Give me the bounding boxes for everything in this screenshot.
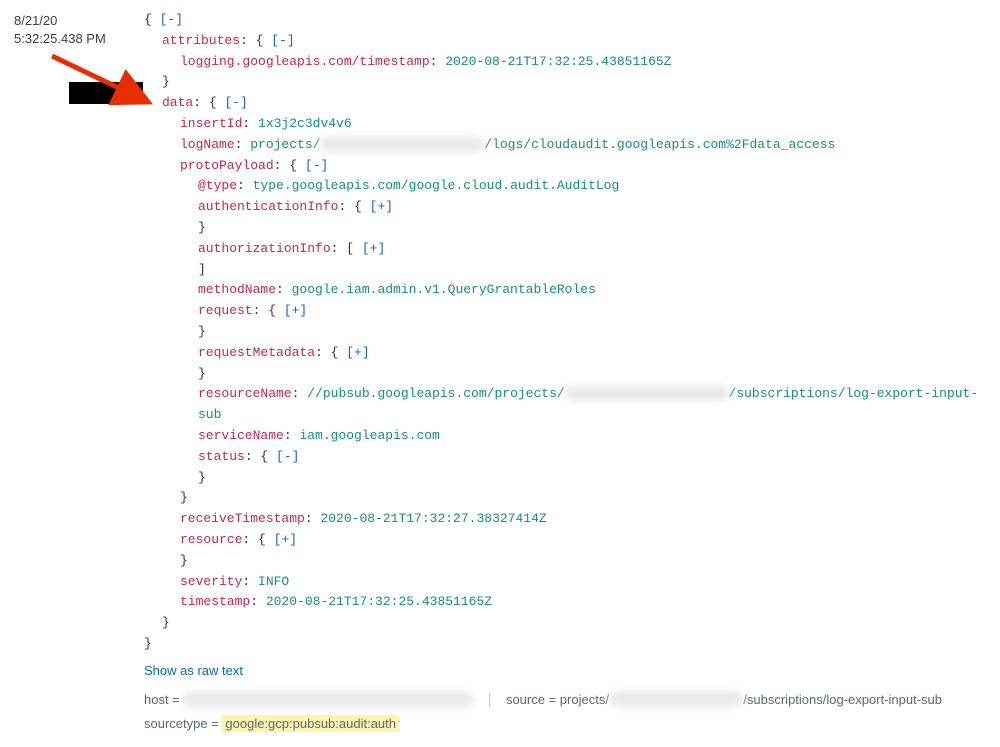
toggle-authzinfo[interactable]: [+] bbox=[362, 241, 385, 256]
key-logging-timestamp[interactable]: logging.googleapis.com/timestamp bbox=[180, 54, 430, 69]
key-protopayload[interactable]: protoPayload bbox=[180, 158, 274, 173]
source-redacted: xxxxxxx-xxxxxxxxxxxxx bbox=[609, 692, 743, 707]
val-resourcename-prefix[interactable]: //pubsub.googleapis.com/projects/ bbox=[307, 386, 564, 401]
key-request[interactable]: request bbox=[198, 303, 253, 318]
val-logname-redacted: xxxxxxx-xxxxxxxxxxxxx bbox=[320, 137, 484, 152]
key-methodname[interactable]: methodName bbox=[198, 282, 276, 297]
toggle-request[interactable]: [+] bbox=[284, 303, 307, 318]
key-resource[interactable]: resource bbox=[180, 532, 242, 547]
val-severity[interactable]: INFO bbox=[258, 574, 289, 589]
val-logname-suffix[interactable]: /logs/cloudaudit.googleapis.com%2Fdata_a… bbox=[484, 137, 835, 152]
key-resourcename[interactable]: resourceName bbox=[198, 386, 292, 401]
val-timestamp[interactable]: 2020-08-21T17:32:25.43851165Z bbox=[266, 594, 492, 609]
key-reqmeta[interactable]: requestMetadata bbox=[198, 345, 315, 360]
sourcetype-label: sourcetype = bbox=[144, 716, 222, 731]
key-logname[interactable]: logName bbox=[180, 137, 235, 152]
show-raw-link[interactable]: Show as raw text bbox=[144, 655, 986, 682]
entry-date: 8/21/20 bbox=[14, 12, 144, 30]
host-value-redacted: xxxxxx-xxxxxx-xx-x-xxxx-xxxx-xxxxxxxxxxx… bbox=[183, 692, 473, 707]
source-suffix[interactable]: /subscriptions/log-export-input-sub bbox=[743, 692, 942, 707]
toggle-reqmeta[interactable]: [+] bbox=[346, 345, 369, 360]
val-resourcename-redacted: xxxxxxx-xxxxxxxxxxxxx bbox=[565, 386, 729, 401]
key-recvts[interactable]: receiveTimestamp bbox=[180, 511, 305, 526]
val-recvts[interactable]: 2020-08-21T17:32:27.38327414Z bbox=[320, 511, 546, 526]
entry-time: 5:32:25.438 PM bbox=[14, 30, 144, 48]
val-insertid[interactable]: 1x3j2c3dv4v6 bbox=[258, 116, 352, 131]
val-methodname[interactable]: google.iam.admin.v1.QueryGrantableRoles bbox=[292, 282, 596, 297]
toggle-authinfo[interactable]: [+] bbox=[370, 199, 393, 214]
timestamp-column: 8/21/20 5:32:25.438 PM bbox=[14, 10, 144, 48]
key-authinfo[interactable]: authenticationInfo bbox=[198, 199, 338, 214]
val-logging-timestamp[interactable]: 2020-08-21T17:32:25.43851165Z bbox=[445, 54, 671, 69]
sourcetype-value[interactable]: google:gcp:pubsub:audit:auth bbox=[222, 715, 399, 732]
key-servicename[interactable]: serviceName bbox=[198, 428, 284, 443]
toggle-status[interactable]: [-] bbox=[276, 449, 299, 464]
json-view: { [-] attributes: { [-] logging.googleap… bbox=[144, 10, 986, 737]
val-logname-prefix[interactable]: projects/ bbox=[250, 137, 320, 152]
log-entry-row: 8/21/20 5:32:25.438 PM { [-] attributes:… bbox=[14, 10, 986, 737]
val-servicename[interactable]: iam.googleapis.com bbox=[299, 428, 439, 443]
key-timestamp[interactable]: timestamp bbox=[180, 594, 250, 609]
key-status[interactable]: status bbox=[198, 449, 245, 464]
toggle-protopayload[interactable]: [-] bbox=[305, 158, 328, 173]
key-insertid[interactable]: insertId bbox=[180, 116, 242, 131]
toggle-attributes[interactable]: [-] bbox=[271, 33, 294, 48]
source-prefix[interactable]: projects/ bbox=[560, 692, 609, 707]
key-attributes[interactable]: attributes bbox=[162, 33, 240, 48]
toggle-resource[interactable]: [+] bbox=[274, 532, 297, 547]
event-footer: host = xxxxxx-xxxxxx-xx-x-xxxx-xxxx-xxxx… bbox=[144, 682, 986, 737]
toggle-root[interactable]: [-] bbox=[160, 12, 183, 27]
key-authzinfo[interactable]: authorizationInfo bbox=[198, 241, 331, 256]
key-severity[interactable]: severity bbox=[180, 574, 242, 589]
key-data[interactable]: data bbox=[162, 95, 193, 110]
source-label: source = bbox=[506, 692, 560, 707]
key-at-type[interactable]: @type bbox=[198, 178, 237, 193]
redaction-block bbox=[69, 82, 143, 104]
footer-separator bbox=[489, 693, 490, 707]
val-at-type[interactable]: type.googleapis.com/google.cloud.audit.A… bbox=[253, 178, 620, 193]
host-label: host = bbox=[144, 692, 183, 707]
toggle-data[interactable]: [-] bbox=[224, 95, 247, 110]
